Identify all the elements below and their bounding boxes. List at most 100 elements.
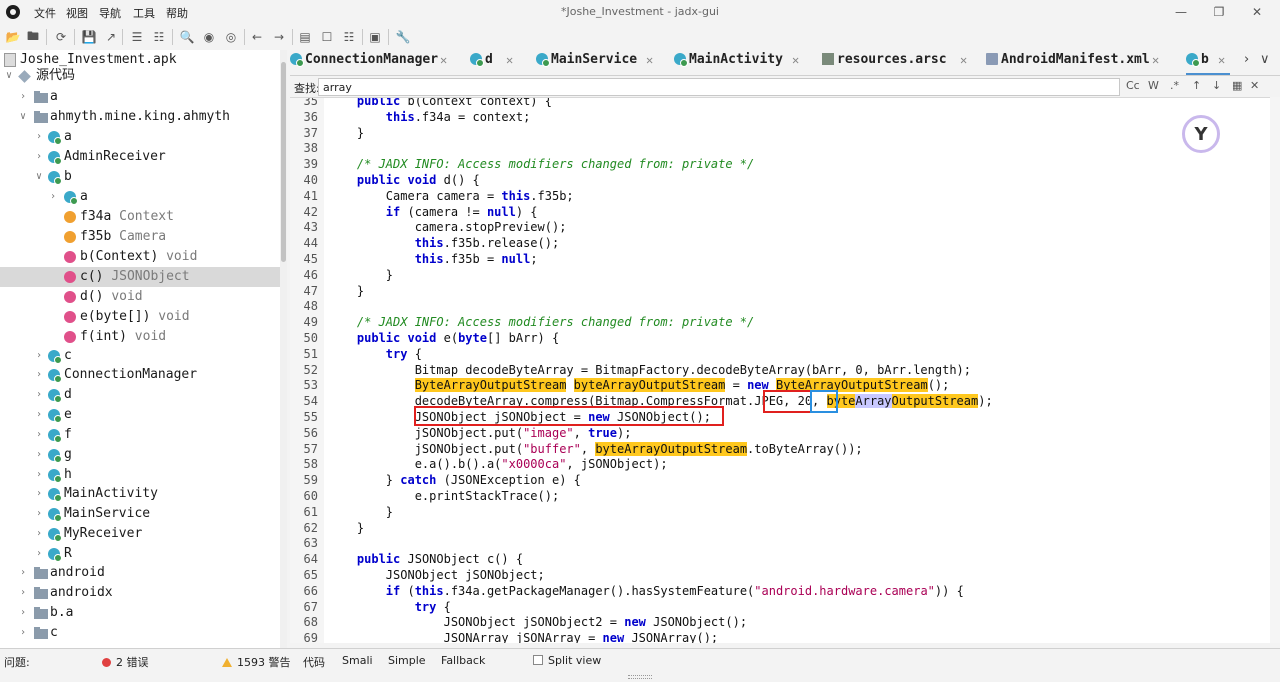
- tree-item[interactable]: › androidx: [0, 583, 280, 603]
- chevron-right-icon[interactable]: ›: [36, 405, 46, 425]
- chevron-down-icon[interactable]: ∨: [1260, 52, 1270, 67]
- tree-item[interactable]: › g: [0, 445, 280, 465]
- tab-simple[interactable]: Simple: [388, 654, 426, 667]
- tab-connectionmanager[interactable]: ConnectionManager ✕: [290, 50, 456, 75]
- tree-item[interactable]: › f: [0, 425, 280, 445]
- tree-item[interactable]: › a: [0, 187, 280, 207]
- close-tab-icon[interactable]: ✕: [646, 50, 653, 70]
- tab-androidmanifest[interactable]: AndroidManifest.xml ✕: [986, 50, 1164, 75]
- tree-item[interactable]: › MainService: [0, 504, 280, 524]
- chevron-right-icon[interactable]: ›: [36, 385, 46, 405]
- log-icon[interactable]: ☷: [340, 28, 358, 46]
- chevron-right-icon[interactable]: ›: [36, 346, 46, 366]
- tree-item[interactable]: d() void: [0, 287, 280, 307]
- chevron-right-icon[interactable]: ›: [20, 623, 30, 643]
- chevron-right-icon[interactable]: ›: [36, 504, 46, 524]
- restore-icon[interactable]: ❐: [1204, 3, 1234, 21]
- close-tab-icon[interactable]: ✕: [440, 50, 447, 70]
- tree-item[interactable]: › AdminReceiver: [0, 147, 280, 167]
- chevron-right-icon[interactable]: ›: [20, 87, 30, 107]
- match-case-button[interactable]: Cc: [1126, 79, 1140, 92]
- arrow-up-icon[interactable]: ↑: [1192, 79, 1201, 92]
- warnings-count[interactable]: 1593 警告: [222, 654, 291, 670]
- preferences-icon[interactable]: 🔧: [394, 28, 412, 46]
- tree-item[interactable]: › h: [0, 465, 280, 485]
- tree-source-folder[interactable]: ∨ 源代码: [0, 66, 280, 86]
- tab-d[interactable]: d ✕: [470, 50, 516, 75]
- code-editor[interactable]: 35 36 37 38 39 40 41 42 43 44 45 46 47 48 49 50 51 52 53 54…: [290, 97, 1270, 643]
- regex-button[interactable]: .*: [1170, 79, 1179, 92]
- tree-item[interactable]: › a: [0, 87, 280, 107]
- chevron-right-icon[interactable]: ›: [36, 127, 46, 147]
- tree-item[interactable]: › MainActivity: [0, 484, 280, 504]
- tree-item[interactable]: e(byte[]) void: [0, 307, 280, 327]
- chevron-right-icon[interactable]: ›: [36, 425, 46, 445]
- chevron-right-icon[interactable]: ›: [36, 365, 46, 385]
- tree-item[interactable]: f35b Camera: [0, 227, 280, 247]
- find-usage-icon[interactable]: ◎: [222, 28, 240, 46]
- arrow-down-icon[interactable]: ↓: [1212, 79, 1221, 92]
- tree-item[interactable]: › e: [0, 405, 280, 425]
- back-icon[interactable]: ←: [248, 28, 266, 46]
- chevron-right-icon[interactable]: ›: [36, 445, 46, 465]
- search-icon[interactable]: 🔍: [178, 28, 196, 46]
- chevron-down-icon[interactable]: ∨: [36, 167, 46, 187]
- tab-resources-arsc[interactable]: resources.arsc ✕: [822, 50, 972, 75]
- code-scrollbar[interactable]: [1270, 97, 1280, 643]
- close-tab-icon[interactable]: ✕: [1218, 50, 1225, 70]
- flatten-icon[interactable]: ☷: [150, 28, 168, 46]
- whole-word-button[interactable]: W: [1148, 79, 1159, 92]
- tab-b[interactable]: b ✕: [1186, 50, 1230, 75]
- tree-item[interactable]: › android: [0, 563, 280, 583]
- deobfuscate-icon[interactable]: ☐: [318, 28, 336, 46]
- tree-item[interactable]: › a: [0, 127, 280, 147]
- tab-code[interactable]: 代码: [303, 654, 325, 670]
- split-view-checkbox[interactable]: Split view: [533, 654, 601, 667]
- find-class-icon[interactable]: ◉: [200, 28, 218, 46]
- save-icon[interactable]: 💾: [80, 28, 98, 46]
- chevron-right-icon[interactable]: ›: [20, 563, 30, 583]
- open-folder-icon[interactable]: 📂: [4, 28, 22, 46]
- tree-item[interactable]: › R: [0, 544, 280, 564]
- close-tab-icon[interactable]: ✕: [506, 50, 513, 70]
- tab-smali[interactable]: Smali: [342, 654, 373, 667]
- forward-icon[interactable]: →: [270, 28, 288, 46]
- resize-grip[interactable]: [628, 675, 652, 679]
- tree-scrollbar-thumb[interactable]: [281, 62, 286, 262]
- search-input[interactable]: [318, 78, 1120, 96]
- close-search-icon[interactable]: ✕: [1250, 79, 1259, 92]
- chevron-right-icon[interactable]: ›: [20, 583, 30, 603]
- tab-mainactivity[interactable]: MainActivity ✕: [674, 50, 804, 75]
- tab-fallback[interactable]: Fallback: [441, 654, 485, 667]
- close-tab-icon[interactable]: ✕: [1152, 50, 1159, 70]
- chevron-right-icon[interactable]: ›: [36, 524, 46, 544]
- chevron-down-icon[interactable]: ∨: [20, 107, 30, 127]
- tree-item[interactable]: › c: [0, 623, 280, 643]
- project-tree[interactable]: Joshe_Investment.apk ∨ 源代码 › a ∨ ahmyth.…: [0, 50, 287, 648]
- tree-item[interactable]: f(int) void: [0, 327, 280, 347]
- tree-item[interactable]: f34a Context: [0, 207, 280, 227]
- mark-all-icon[interactable]: ▦: [1232, 79, 1242, 92]
- chevron-right-icon[interactable]: ›: [36, 544, 46, 564]
- tree-item-selected[interactable]: c() JSONObject: [0, 267, 280, 287]
- stop-icon[interactable]: ▣: [366, 28, 384, 46]
- reload-icon[interactable]: ⟳: [52, 28, 70, 46]
- tree-item[interactable]: › d: [0, 385, 280, 405]
- tree-item[interactable]: › ConnectionManager: [0, 365, 280, 385]
- tree-item[interactable]: ∨ b: [0, 167, 280, 187]
- minimize-icon[interactable]: —: [1166, 3, 1196, 21]
- sync-tree-icon[interactable]: ☰: [128, 28, 146, 46]
- chevron-right-icon[interactable]: ›: [1244, 52, 1249, 67]
- chevron-right-icon[interactable]: ›: [20, 603, 30, 623]
- tree-item[interactable]: › b.a: [0, 603, 280, 623]
- close-tab-icon[interactable]: ✕: [960, 50, 967, 70]
- tree-item[interactable]: › MyReceiver: [0, 524, 280, 544]
- export-icon[interactable]: ↗: [102, 28, 120, 46]
- quark-icon[interactable]: ▤: [296, 28, 314, 46]
- chevron-right-icon[interactable]: ›: [36, 484, 46, 504]
- chevron-right-icon[interactable]: ›: [50, 187, 60, 207]
- errors-count[interactable]: 2 错误: [102, 654, 149, 670]
- close-tab-icon[interactable]: ✕: [792, 50, 799, 70]
- chevron-down-icon[interactable]: ∨: [6, 66, 16, 86]
- tree-item[interactable]: b(Context) void: [0, 247, 280, 267]
